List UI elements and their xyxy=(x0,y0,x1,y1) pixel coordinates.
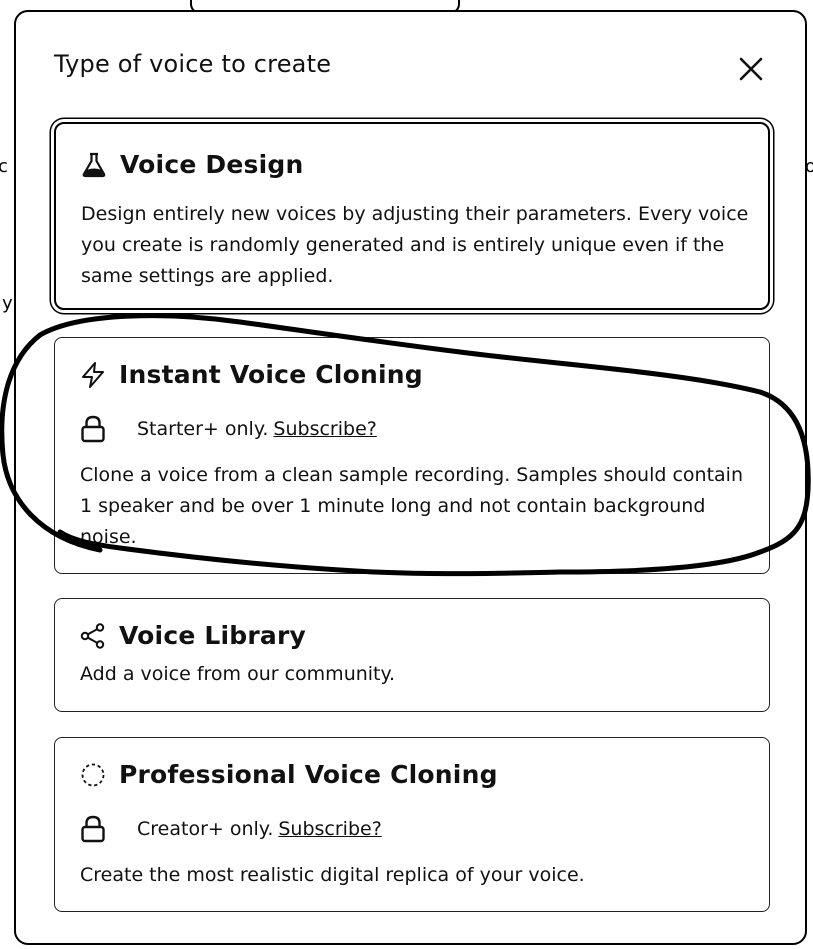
option-card-instant-voice-cloning[interactable]: Instant Voice Cloning Starter+ only. Subs… xyxy=(54,337,770,574)
card-title: Voice Library xyxy=(119,621,307,650)
card-title: Professional Voice Cloning xyxy=(119,760,498,789)
lock-icon xyxy=(81,415,105,443)
close-icon xyxy=(739,57,763,81)
page: c y o Type of voice to create Voice Desi… xyxy=(0,0,813,949)
option-card-voice-library[interactable]: Voice Library Add a voice from our commu… xyxy=(54,598,770,712)
card-header: Voice Design xyxy=(80,150,303,179)
flask-icon xyxy=(82,152,106,177)
background-text-fragment: y xyxy=(2,293,13,314)
background-text-fragment: c xyxy=(0,156,8,177)
requirement-text: Starter+ only. Subscribe? xyxy=(137,418,377,440)
card-header: Voice Library xyxy=(79,621,306,650)
lightning-icon xyxy=(82,361,104,388)
card-header: Instant Voice Cloning xyxy=(79,360,423,389)
share-icon xyxy=(80,622,105,649)
card-title: Voice Design xyxy=(120,150,304,179)
requirement-text: Creator+ only. Subscribe? xyxy=(137,818,382,840)
modal-title: Type of voice to create xyxy=(54,50,332,78)
dashed-circle-icon xyxy=(81,763,105,786)
option-card-voice-design[interactable]: Voice Design Design entirely new voices … xyxy=(54,122,770,310)
plan-requirement: Starter+ only. Subscribe? xyxy=(79,414,377,444)
card-description: Create the most realistic digital replic… xyxy=(80,864,585,886)
card-description: Add a voice from our community. xyxy=(80,663,396,685)
requirement-label: Starter+ only. xyxy=(137,418,269,440)
card-header: Professional Voice Cloning xyxy=(79,760,498,789)
requirement-label: Creator+ only. xyxy=(137,818,274,840)
card-description: Clone a voice from a clean sample record… xyxy=(80,464,743,548)
lock-icon xyxy=(81,815,105,843)
plan-requirement: Creator+ only. Subscribe? xyxy=(79,814,382,844)
subscribe-link[interactable]: Subscribe? xyxy=(278,818,381,840)
card-description: Design entirely new voices by adjusting … xyxy=(81,203,749,287)
voice-type-modal: Type of voice to create Voice Design Des… xyxy=(14,10,807,945)
close-button[interactable] xyxy=(734,52,768,86)
subscribe-link[interactable]: Subscribe? xyxy=(273,418,376,440)
card-title: Instant Voice Cloning xyxy=(119,360,423,389)
option-card-professional-voice-cloning[interactable]: Professional Voice Cloning Creator+ only… xyxy=(54,737,770,912)
